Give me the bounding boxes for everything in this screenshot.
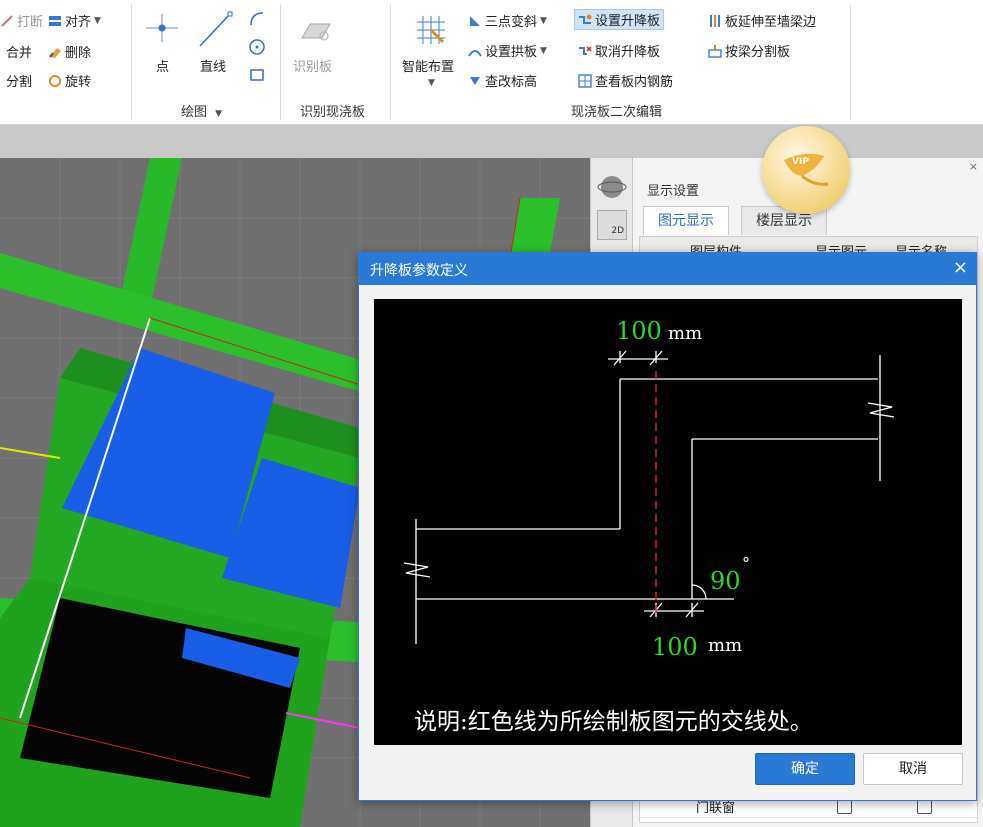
ok-button[interactable]: 确定 bbox=[755, 753, 855, 785]
break-icon bbox=[0, 14, 14, 28]
split-by-beam-button[interactable]: 按梁分割板 bbox=[708, 41, 790, 60]
break-mark bbox=[403, 562, 431, 578]
arch-icon bbox=[468, 44, 482, 58]
rotate-button[interactable]: 旋转 bbox=[48, 71, 91, 90]
line-tool-button[interactable]: 直线 bbox=[192, 10, 238, 80]
view-slab-rebar-button[interactable]: 查看板内钢筋 bbox=[578, 71, 673, 90]
check-elevation-button[interactable]: 查改标高 bbox=[468, 71, 537, 90]
panel-title: 显示设置 bbox=[647, 184, 700, 199]
lift-slab-icon bbox=[578, 13, 592, 27]
cancel-button[interactable]: 取消 bbox=[863, 753, 963, 785]
slab-edit-group-label: 现浇板二次编辑 bbox=[571, 105, 663, 120]
chevron-down-icon: ▼ bbox=[540, 15, 547, 26]
merge-button[interactable]: 合并 bbox=[6, 42, 32, 61]
bottom-dimension-unit: mm bbox=[708, 635, 742, 656]
show-element-checkbox[interactable] bbox=[837, 799, 852, 814]
draw-group-label[interactable]: 绘图 ▼ bbox=[181, 101, 222, 120]
group-separator bbox=[280, 4, 281, 120]
align-icon bbox=[48, 14, 62, 28]
chevron-down-icon: ▼ bbox=[94, 15, 101, 26]
rectangle-icon[interactable] bbox=[248, 66, 266, 84]
line-icon bbox=[199, 11, 233, 47]
bird-logo-icon bbox=[784, 153, 829, 186]
eraser-icon bbox=[48, 45, 62, 59]
diagram-note: 说明:红色线为所绘制板图元的交线处。 bbox=[414, 709, 813, 735]
table-row: 墙洞 bbox=[640, 818, 977, 823]
split-beam-icon bbox=[708, 44, 722, 58]
chevron-down-icon: ▼ bbox=[428, 78, 435, 88]
identify-slab-button[interactable]: 识别板 bbox=[290, 14, 346, 80]
group-separator bbox=[390, 4, 391, 120]
break-mark bbox=[867, 402, 895, 418]
point-icon bbox=[146, 14, 178, 42]
rotate-icon bbox=[48, 74, 62, 88]
slope-icon bbox=[468, 14, 482, 28]
point-tool-button[interactable]: 点 bbox=[142, 10, 182, 80]
chevron-down-icon: ▼ bbox=[215, 109, 223, 119]
elevation-icon bbox=[468, 74, 482, 88]
2d-view-button[interactable]: 2D bbox=[597, 210, 627, 240]
close-icon[interactable]: × bbox=[969, 160, 978, 173]
lift-slab-diagram: 100 mm 100 mm 90 ° 说明:红色线为所绘制板图元的交线处。 bbox=[374, 299, 962, 745]
show-name-checkbox[interactable] bbox=[917, 799, 932, 814]
delete-button[interactable]: 删除 bbox=[48, 42, 91, 61]
set-lift-slab-button[interactable]: 设置升降板 bbox=[574, 9, 665, 30]
vip-badge[interactable]: VIP bbox=[762, 126, 850, 214]
break-button[interactable]: 打断 bbox=[0, 11, 43, 30]
show-element-checkbox[interactable] bbox=[837, 822, 852, 823]
cancel-lift-icon bbox=[578, 44, 592, 58]
angle-value[interactable]: 90 bbox=[710, 567, 741, 595]
identify-group-label: 识别现浇板 bbox=[300, 105, 366, 120]
smart-layout-button[interactable]: 智能布置 ▼ bbox=[398, 10, 464, 94]
lift-slab-parameter-dialog: 升降板参数定义 × 100 mm 100 mm 90 ° 说明:红色线为所绘制板… bbox=[358, 252, 977, 801]
top-dimension-value[interactable]: 100 bbox=[616, 317, 662, 345]
dialog-title: 升降板参数定义 bbox=[370, 263, 468, 279]
show-name-checkbox[interactable] bbox=[917, 822, 932, 823]
identify-slab-icon bbox=[301, 23, 331, 41]
top-dimension-unit: mm bbox=[668, 323, 702, 344]
extend-to-wall-beam-button[interactable]: 板延伸至墙梁边 bbox=[708, 11, 816, 30]
three-point-slope-button[interactable]: 三点变斜 ▼ bbox=[468, 11, 547, 30]
group-separator bbox=[850, 4, 851, 120]
ribbon-toolbar: 打断 对齐 ▼ 合并 删除 分割 旋转 点 直线 绘图 ▼ 识别板 识别现浇板 … bbox=[0, 0, 983, 125]
group-separator bbox=[131, 4, 132, 120]
bottom-dimension-value[interactable]: 100 bbox=[652, 633, 698, 661]
angle-arc bbox=[691, 584, 707, 600]
chevron-down-icon: ▼ bbox=[540, 45, 547, 56]
angle-unit: ° bbox=[742, 554, 750, 573]
tab-element-display[interactable]: 图元显示 bbox=[643, 206, 729, 235]
extend-icon bbox=[708, 14, 722, 28]
lift-slab-drawing: 100 mm 100 mm 90 ° 说明:红色线为所绘制板图元的交线处。 bbox=[403, 317, 895, 735]
grid-layout-icon bbox=[417, 16, 445, 44]
close-icon[interactable]: × bbox=[953, 257, 968, 278]
split-button[interactable]: 分割 bbox=[0, 71, 32, 90]
circle-icon[interactable] bbox=[248, 38, 266, 56]
set-arch-button[interactable]: 设置拱板 ▼ bbox=[468, 41, 547, 60]
align-button[interactable]: 对齐 ▼ bbox=[48, 11, 101, 30]
arc-icon[interactable] bbox=[248, 10, 266, 28]
rebar-icon bbox=[578, 73, 592, 88]
cancel-lift-slab-button[interactable]: 取消升降板 bbox=[578, 41, 660, 60]
orbit-icon[interactable] bbox=[597, 172, 627, 202]
dialog-titlebar: 升降板参数定义 × bbox=[359, 253, 976, 285]
